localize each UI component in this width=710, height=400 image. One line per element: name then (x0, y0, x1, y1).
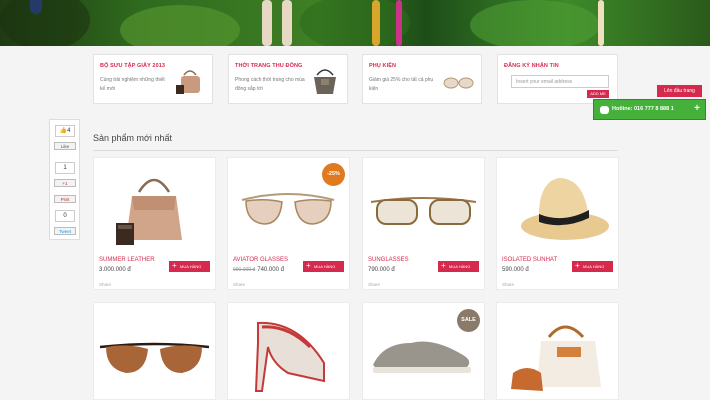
hero-banner (0, 0, 710, 46)
add-me-button[interactable]: ADD ME (587, 90, 609, 98)
product-price: 790.000 đ (368, 267, 395, 273)
product-card[interactable]: SALE (362, 302, 485, 400)
hotline-bar[interactable]: Hotline: 016 777 8 888 1 + (593, 99, 706, 120)
sale-badge: SALE (457, 309, 480, 332)
handbag-thumb (176, 70, 200, 94)
product-name[interactable]: AVIATOR GLASSES (233, 257, 288, 263)
product-image (99, 342, 210, 373)
plus-icon[interactable]: + (694, 103, 700, 114)
glasses-thumb (443, 77, 474, 89)
promo-title: PHỤ KIỆN (369, 63, 397, 69)
product-image (511, 325, 601, 391)
share-link[interactable]: Share (99, 282, 111, 287)
newsletter-box: ĐĂNG KÝ NHẬN TIN Insert your email addre… (497, 54, 618, 104)
product-price: 3.000.000 đ (99, 267, 131, 273)
section-divider (93, 150, 618, 151)
bag-thumb (314, 69, 336, 94)
new-price: 740.000 đ (257, 267, 284, 273)
share-link[interactable]: Share (368, 282, 380, 287)
promo-text: Cùng trải nghiệm những thiết kế mới (100, 77, 165, 92)
social-share-bar: 👍4 Like 1 +1 Pinit 0 Tweet (49, 119, 80, 240)
like-button[interactable]: Like (54, 142, 76, 150)
product-card[interactable] (496, 302, 619, 400)
thumbs-up-icon: 👍 (59, 128, 68, 134)
tweet-count: 0 (55, 210, 75, 222)
share-link[interactable]: Share (502, 282, 514, 287)
back-to-top-button[interactable]: Lên đầu trang (657, 85, 702, 97)
gplus-button[interactable]: +1 (54, 179, 76, 187)
product-name[interactable]: SUMMER LEATHER (99, 257, 155, 263)
gplus-count: 1 (55, 162, 75, 174)
like-count-value: 4 (67, 128, 71, 134)
email-field[interactable]: Insert your email address (511, 75, 609, 88)
product-card[interactable]: ISOLATED SUNHAT 590.000 đ MUA HÀNG Share (496, 157, 619, 290)
product-card[interactable]: AVIATOR GLASSES 990.000 đ740.000 đ MUA H… (227, 157, 350, 290)
product-card[interactable]: SUMMER LEATHER 3.000.000 đ MUA HÀNG Shar… (93, 157, 216, 290)
product-price: 990.000 đ 740.000 đ (233, 267, 284, 273)
buy-button[interactable]: MUA HÀNG (169, 261, 210, 272)
product-card[interactable]: SUNGLASSES 790.000 đ MUA HÀNG Share (362, 157, 485, 290)
promo-fall-winter[interactable]: THỜI TRANG THU ĐÔNG Phong cách thời tran… (228, 54, 348, 104)
promo-title: BỘ SƯU TẬP GIẦY 2013 (100, 63, 166, 69)
promo-title: THỜI TRANG THU ĐÔNG (235, 63, 303, 69)
product-name[interactable]: ISOLATED SUNHAT (502, 257, 557, 263)
discount-badge: -25% (322, 163, 345, 186)
tweet-button[interactable]: Tweet (54, 227, 76, 235)
product-name[interactable]: SUNGLASSES (368, 257, 409, 263)
pinit-button[interactable]: Pinit (54, 195, 76, 203)
product-image (370, 197, 477, 225)
like-count: 👍4 (55, 125, 75, 137)
buy-button[interactable]: MUA HÀNG (303, 261, 344, 272)
share-link[interactable]: Share (233, 282, 245, 287)
chat-icon (600, 106, 609, 114)
product-image (116, 178, 182, 245)
product-price: 590.000 đ (502, 267, 529, 273)
newsletter-title: ĐĂNG KÝ NHẬN TIN (504, 63, 559, 69)
promo-text: Phong cách thời trang cho mùa đông sắp t… (235, 77, 305, 92)
product-image (521, 178, 609, 240)
product-image (254, 321, 325, 392)
product-card[interactable] (93, 302, 216, 400)
promo-accessories[interactable]: PHỤ KIỆN Giảm giá 25% cho tất cả phụ kiệ… (362, 54, 482, 104)
old-price: 990.000 đ (233, 267, 256, 273)
buy-button[interactable]: MUA HÀNG (438, 261, 479, 272)
section-title: Sản phẩm mới nhất (93, 133, 172, 143)
promo-text: Giảm giá 25% cho tất cả phụ kiện (369, 77, 434, 92)
buy-button[interactable]: MUA HÀNG (572, 261, 613, 272)
product-card[interactable] (227, 302, 350, 400)
promo-shoes[interactable]: BỘ SƯU TẬP GIẦY 2013 Cùng trải nghiệm nh… (93, 54, 213, 104)
hotline-text: Hotline: 016 777 8 888 1 (612, 106, 674, 112)
